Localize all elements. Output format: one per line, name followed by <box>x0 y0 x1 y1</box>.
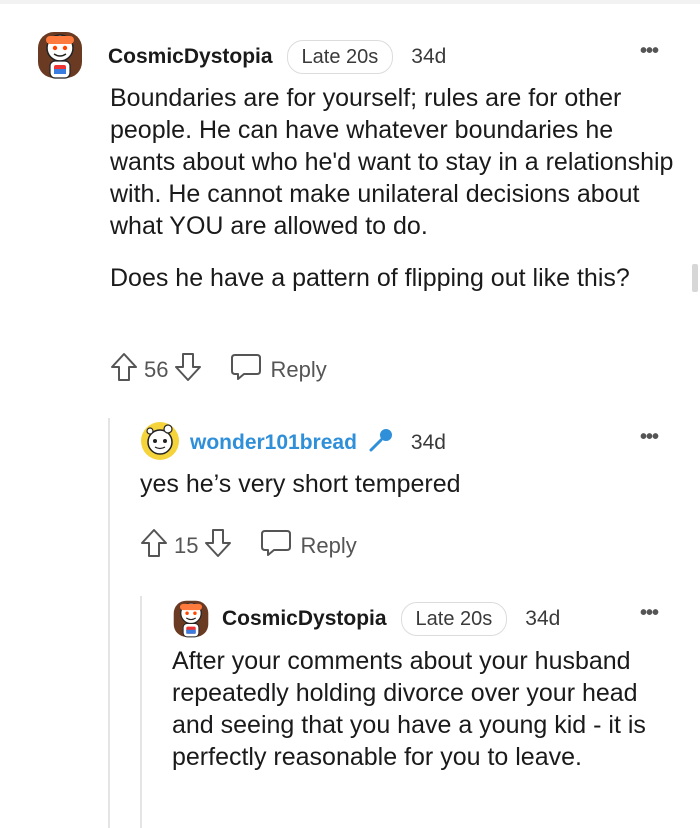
timestamp: 34d <box>525 607 561 630</box>
mic-icon <box>367 426 395 459</box>
scrollbar-thumb[interactable] <box>692 264 698 292</box>
reply-label: Reply <box>300 533 357 558</box>
user-flair: Late 20s <box>400 602 508 636</box>
thread-line[interactable] <box>140 596 142 828</box>
more-options-icon[interactable]: ••• <box>640 40 659 63</box>
vote-count: 56 <box>144 357 169 382</box>
reply-label: Reply <box>270 357 327 382</box>
comment-body: Boundaries are for yourself; rules are f… <box>110 82 680 314</box>
comment-paragraph: yes he’s very short tempered <box>140 470 461 498</box>
timestamp: 34d <box>410 430 446 454</box>
username[interactable]: CosmicDystopia <box>222 607 387 631</box>
timestamp: 34d <box>411 45 447 68</box>
username[interactable]: CosmicDystopia <box>108 45 273 69</box>
more-options-icon[interactable]: ••• <box>640 426 659 449</box>
reply-icon <box>230 352 262 388</box>
downvote-icon[interactable] <box>174 352 202 388</box>
comment-paragraph: Boundaries are for yourself; rules are f… <box>110 84 674 240</box>
reply-button[interactable]: Reply <box>230 352 327 388</box>
avatar-icon[interactable] <box>172 596 210 645</box>
avatar-icon[interactable] <box>36 26 84 87</box>
upvote-icon[interactable] <box>110 352 138 388</box>
comment-paragraph: After your comments about your husband r… <box>172 647 646 771</box>
comment-body: After your comments about your husband r… <box>172 645 677 793</box>
top-divider <box>0 0 700 4</box>
more-options-icon[interactable]: ••• <box>640 602 659 625</box>
downvote-icon[interactable] <box>204 528 232 564</box>
comment-body: yes he’s very short tempered <box>140 468 680 520</box>
reply-icon <box>260 528 292 564</box>
upvote-icon[interactable] <box>140 528 168 564</box>
thread-line[interactable] <box>108 418 110 828</box>
avatar-icon[interactable] <box>138 420 182 467</box>
user-flair: Late 20s <box>286 40 394 74</box>
reply-button[interactable]: Reply <box>260 528 357 564</box>
username[interactable]: wonder101bread <box>190 431 357 455</box>
comment-paragraph: Does he have a pattern of flipping out l… <box>110 264 630 292</box>
vote-count: 15 <box>174 533 199 558</box>
